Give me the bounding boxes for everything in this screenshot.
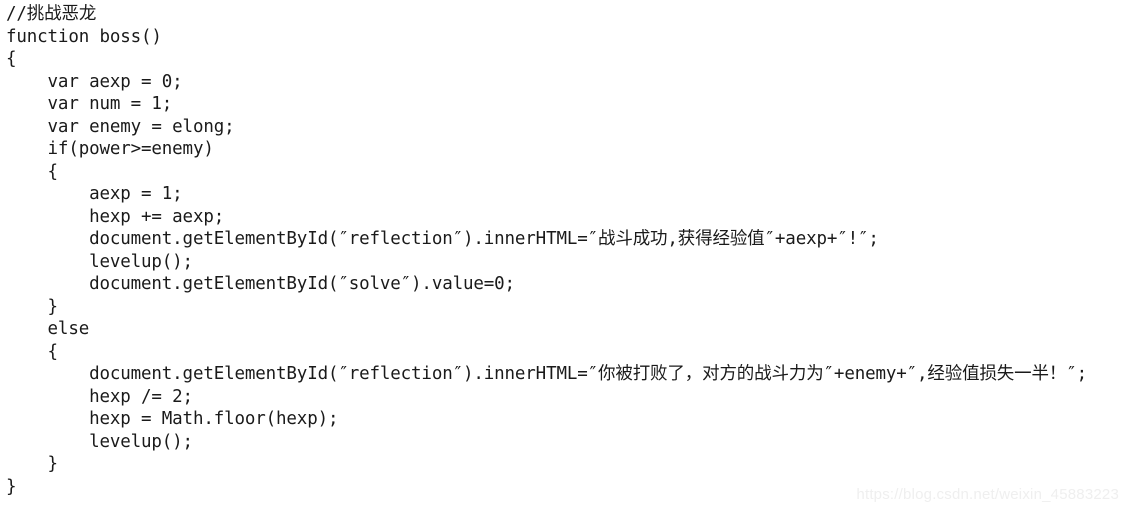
code-line: var num = 1; [6,94,173,114]
code-line: { [6,161,59,182]
code-line: levelup(); [6,431,193,452]
code-line: } [6,454,59,474]
code-line: hexp += aexp; [6,206,225,227]
code-line: document.getElementById(″reflection″).in… [6,229,879,249]
code-line: //挑战恶龙 [6,4,97,24]
code-line: else [6,319,90,339]
csdn-watermark: https://blog.csdn.net/weixin_45883223 [856,486,1119,503]
code-line: { [6,49,17,69]
code-line: document.getElementById(″reflection″).in… [6,364,1087,384]
code-line: levelup(); [6,251,193,272]
code-line: { [6,341,59,362]
code-line: document.getElementById(″solve″).value=0… [6,274,515,294]
code-line: hexp = Math.floor(hexp); [6,409,339,429]
code-line: function boss() [6,26,162,47]
code-listing: //挑战恶龙 function boss(){ var aexp = 0; var… [0,0,1129,510]
code-line: hexp /= 2; [6,386,193,407]
code-line: } [6,296,59,317]
code-line: var aexp = 0; [6,71,183,92]
code-line: aexp = 1; [6,184,183,204]
code-line: var enemy = elong; [6,116,235,137]
code-line: if(power>=enemy) [6,139,214,159]
